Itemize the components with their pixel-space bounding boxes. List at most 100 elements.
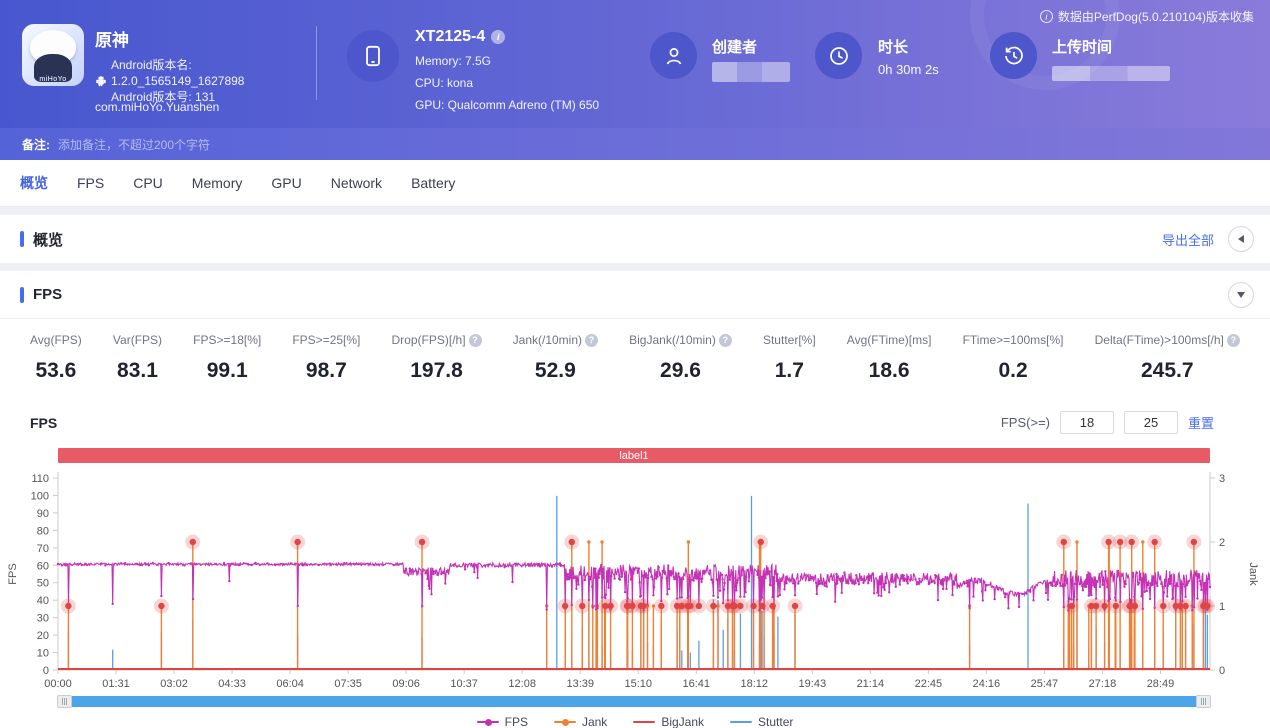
export-all-link[interactable]: 导出全部 — [1162, 230, 1214, 249]
app-package: com.miHoYo.Yuanshen — [95, 100, 219, 114]
svg-text:30: 30 — [37, 613, 49, 625]
scrollbar-right-handle[interactable] — [1196, 695, 1211, 708]
annotation-band-text: label1 — [619, 450, 648, 462]
scrollbar-left-handle[interactable] — [57, 695, 72, 708]
legend-FPS[interactable]: FPS — [477, 715, 528, 728]
app-name: 原神 — [95, 26, 244, 51]
metric-label-text: FTime>=100ms[%] — [963, 333, 1064, 347]
svg-text:0: 0 — [43, 665, 49, 677]
fps-chart-svg[interactable]: 01020304050607080901001100123FPSJank00:0… — [0, 466, 1270, 692]
section-gap — [0, 207, 1270, 215]
metric-label: FPS>=25[%] — [292, 333, 360, 347]
metric-Jank(/10min): Jank(/10min)? 52.9 — [513, 333, 598, 383]
clock-icon — [827, 44, 851, 68]
metric-value: 1.7 — [763, 359, 816, 383]
metric-label: Drop(FPS)[/h]? — [392, 333, 482, 347]
upload-icon-circle — [990, 32, 1037, 79]
fps-threshold-controls: FPS(>=) 重置 — [1001, 411, 1214, 434]
remark-input[interactable]: 备注: 添加备注，不超过200个字符 — [0, 128, 1270, 160]
fps-collapse-button[interactable] — [1228, 282, 1254, 308]
svg-text:07:35: 07:35 — [334, 678, 362, 690]
phone-icon — [360, 43, 386, 69]
help-icon[interactable]: ? — [1227, 334, 1240, 347]
metric-label: Avg(FPS) — [30, 333, 82, 347]
svg-text:24:16: 24:16 — [973, 678, 1001, 690]
device-gpu: GPU: Qualcomm Adreno (TM) 650 — [415, 98, 599, 112]
overview-section: 概览 导出全部 — [0, 215, 1270, 263]
metric-label-text: Drop(FPS)[/h] — [392, 333, 466, 347]
device-cpu: CPU: kona — [415, 76, 599, 90]
metric-BigJank(/10min): BigJank(/10min)? 29.6 — [629, 333, 732, 383]
app-icon: miHoYo — [22, 24, 84, 86]
svg-text:100: 100 — [31, 490, 49, 502]
creator-icon-circle — [650, 32, 697, 79]
chevron-left-icon — [1238, 235, 1244, 243]
reset-link[interactable]: 重置 — [1188, 413, 1214, 432]
app-version-name-label: Android版本名: — [95, 57, 244, 73]
metric-Avg(FPS): Avg(FPS)53.6 — [30, 333, 82, 383]
legend-Stutter[interactable]: Stutter — [730, 715, 793, 728]
overview-collapse-button[interactable] — [1228, 226, 1254, 252]
svg-text:80: 80 — [37, 525, 49, 537]
metric-Stutter[%]: Stutter[%]1.7 — [763, 333, 816, 383]
svg-text:25:47: 25:47 — [1031, 678, 1059, 690]
overview-title-row: 概览 — [20, 229, 63, 250]
legend-label: Jank — [582, 715, 607, 728]
fps-title: FPS — [33, 286, 62, 303]
svg-text:01:31: 01:31 — [102, 678, 130, 690]
metric-label-text: BigJank(/10min) — [629, 333, 716, 347]
threshold-low-input[interactable] — [1060, 411, 1114, 434]
legend-marker — [477, 721, 499, 723]
scrollbar-track[interactable] — [72, 696, 1196, 707]
help-icon[interactable]: ? — [469, 334, 482, 347]
chevron-down-icon — [1237, 292, 1245, 298]
overview-title: 概览 — [33, 229, 63, 250]
metric-label-text: Avg(FTime)[ms] — [847, 333, 932, 347]
metric-value: 245.7 — [1095, 359, 1240, 383]
metric-label: Var(FPS) — [113, 333, 162, 347]
app-icon-brand: miHoYo — [22, 76, 84, 83]
session-header: i 数据由PerfDog(5.0.210104)版本收集 miHoYo 原神 A… — [0, 0, 1270, 128]
legend-BigJank[interactable]: BigJank — [633, 715, 704, 728]
tab-Network[interactable]: Network — [331, 175, 382, 191]
tab-Battery[interactable]: Battery — [411, 175, 455, 191]
metric-value: 29.6 — [629, 359, 732, 383]
help-icon[interactable]: ? — [719, 334, 732, 347]
device-memory: Memory: 7.5G — [415, 54, 599, 68]
fps-title-row: FPS — [0, 271, 1270, 319]
svg-text:90: 90 — [37, 508, 49, 520]
metric-value: 0.2 — [963, 359, 1064, 383]
metric-value: 52.9 — [513, 359, 598, 383]
tab-GPU[interactable]: GPU — [271, 175, 301, 191]
device-info-icon[interactable]: i — [491, 30, 505, 44]
svg-text:2: 2 — [1219, 537, 1225, 549]
legend-label: Stutter — [758, 715, 793, 728]
tab-CPU[interactable]: CPU — [133, 175, 163, 191]
fps-title-wrap: FPS — [20, 286, 62, 303]
metric-label-text: Avg(FPS) — [30, 333, 82, 347]
remark-placeholder: 添加备注，不超过200个字符 — [58, 136, 210, 153]
remark-label: 备注: — [22, 136, 50, 153]
legend-label: BigJank — [661, 715, 704, 728]
svg-text:40: 40 — [37, 595, 49, 607]
threshold-high-input[interactable] — [1124, 411, 1178, 434]
device-model: XT2125-4 — [415, 28, 485, 46]
fps-chart[interactable]: 01020304050607080901001100123FPSJank00:0… — [0, 466, 1270, 692]
legend-Jank[interactable]: Jank — [554, 715, 607, 728]
help-icon[interactable]: ? — [585, 334, 598, 347]
metric-label: FPS>=18[%] — [193, 333, 261, 347]
chart-annotation-band[interactable]: label1 — [58, 448, 1210, 463]
legend-marker — [730, 721, 752, 723]
metric-label-text: Jank(/10min) — [513, 333, 582, 347]
metric-Var(FPS): Var(FPS)83.1 — [113, 333, 162, 383]
duration-icon-circle — [815, 32, 862, 79]
legend-marker — [554, 721, 576, 723]
tab-Memory[interactable]: Memory — [192, 175, 243, 191]
metric-label: Delta(FTime)>100ms[/h]? — [1095, 333, 1240, 347]
svg-text:15:10: 15:10 — [624, 678, 652, 690]
title-accent — [20, 287, 24, 303]
metric-label: BigJank(/10min)? — [629, 333, 732, 347]
tab-FPS[interactable]: FPS — [77, 175, 104, 191]
tab-概览[interactable]: 概览 — [20, 173, 48, 193]
svg-text:27:18: 27:18 — [1089, 678, 1117, 690]
